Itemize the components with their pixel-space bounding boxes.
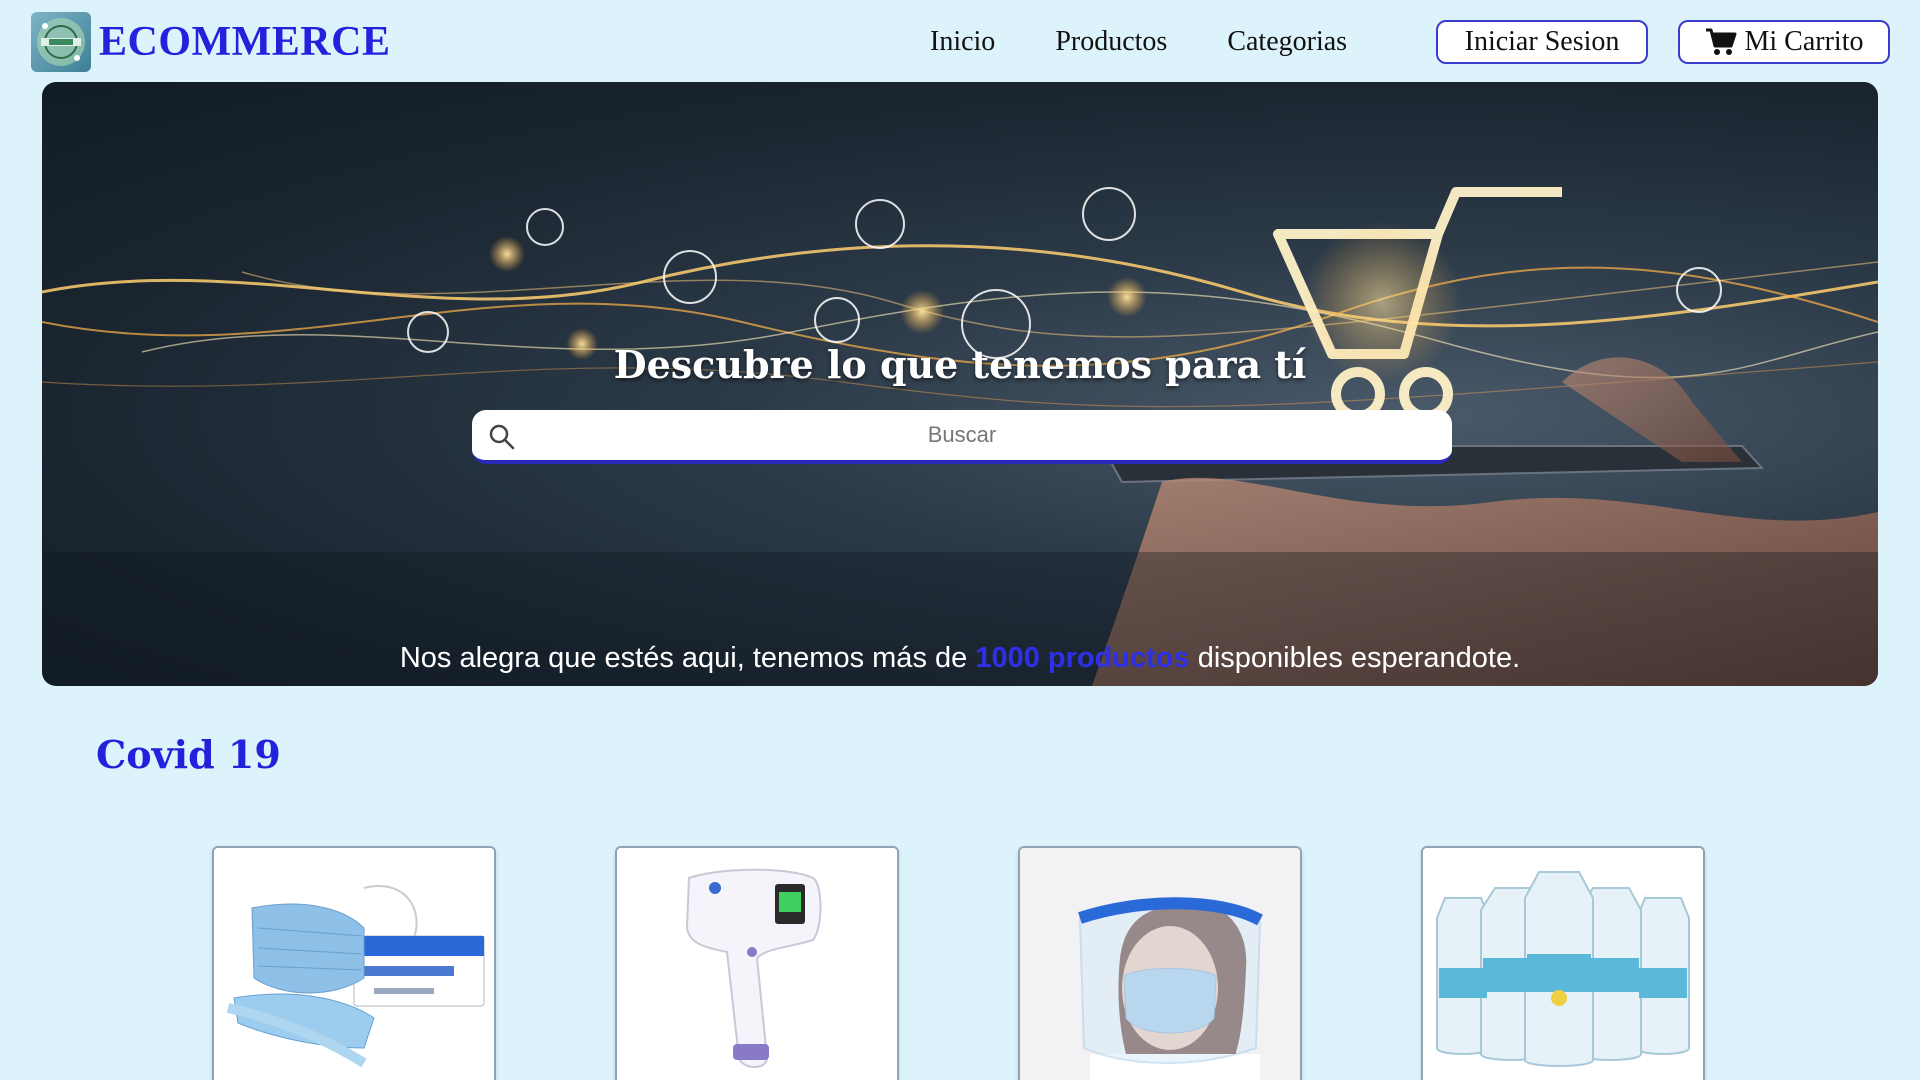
brand[interactable]: ECOMMERCE: [31, 12, 391, 72]
hero-title: Descubre lo que tenemos para tí: [613, 342, 1307, 387]
nav-link-inicio[interactable]: Inicio: [930, 20, 995, 64]
product-card[interactable]: [1421, 846, 1705, 1080]
face-shield-icon: [1020, 848, 1300, 1080]
section-title-covid: Covid 19: [96, 732, 281, 777]
navbar: ECOMMERCE Inicio Productos Categorias In…: [0, 0, 1920, 80]
hero-subtitle-highlight: 1000 productos: [975, 642, 1190, 674]
product-card[interactable]: [1018, 846, 1302, 1080]
cart-button-label: Mi Carrito: [1744, 26, 1864, 57]
search-icon[interactable]: [488, 423, 516, 456]
nav-links: Inicio Productos Categorias: [930, 20, 1407, 64]
search-bar: [472, 410, 1452, 464]
login-button[interactable]: Iniciar Sesion: [1436, 20, 1648, 64]
brand-name: ECOMMERCE: [99, 19, 391, 65]
cart-button[interactable]: Mi Carrito: [1678, 20, 1890, 64]
logo-icon: [31, 12, 91, 72]
face-mask-icon: [214, 848, 494, 1080]
hero-subtitle-after: disponibles esperandote.: [1189, 642, 1521, 674]
search-input[interactable]: [472, 410, 1452, 460]
nav-link-productos[interactable]: Productos: [1055, 20, 1167, 64]
hero-subtitle-before: Nos alegra que estés aqui, tenemos más d…: [399, 642, 976, 674]
product-card[interactable]: [615, 846, 899, 1080]
sanitizer-icon: [1423, 848, 1703, 1080]
product-card[interactable]: [212, 846, 496, 1080]
login-button-label: Iniciar Sesion: [1464, 26, 1620, 57]
hero-subtitle: Nos alegra que estés aqui, tenemos más d…: [42, 642, 1878, 675]
hero-banner: Descubre lo que tenemos para tí Nos aleg…: [42, 82, 1878, 686]
nav-link-categorias[interactable]: Categorias: [1227, 20, 1347, 64]
thermometer-icon: [617, 848, 897, 1080]
cart-icon: [1705, 27, 1737, 57]
